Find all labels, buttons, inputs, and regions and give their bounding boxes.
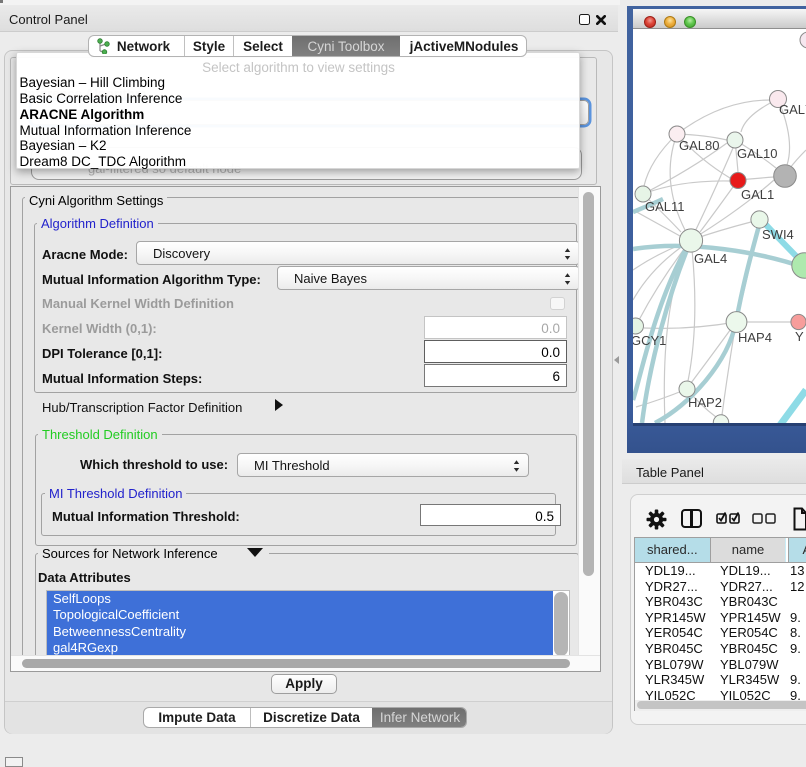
svg-text:GAL10: GAL10	[737, 146, 777, 161]
svg-text:HAP2: HAP2	[688, 395, 722, 410]
svg-text:GAL11: GAL11	[645, 199, 685, 214]
svg-text:GAL4: GAL4	[694, 251, 727, 266]
svg-text:GAL80: GAL80	[679, 138, 719, 153]
svg-text:GCY1: GCY1	[633, 333, 666, 348]
svg-text:GAL1: GAL1	[741, 187, 774, 202]
svg-text:SWI4: SWI4	[762, 227, 794, 242]
svg-text:HAP4: HAP4	[738, 330, 772, 345]
svg-text:GAL7: GAL7	[779, 102, 806, 117]
svg-text:Y: Y	[795, 329, 804, 344]
